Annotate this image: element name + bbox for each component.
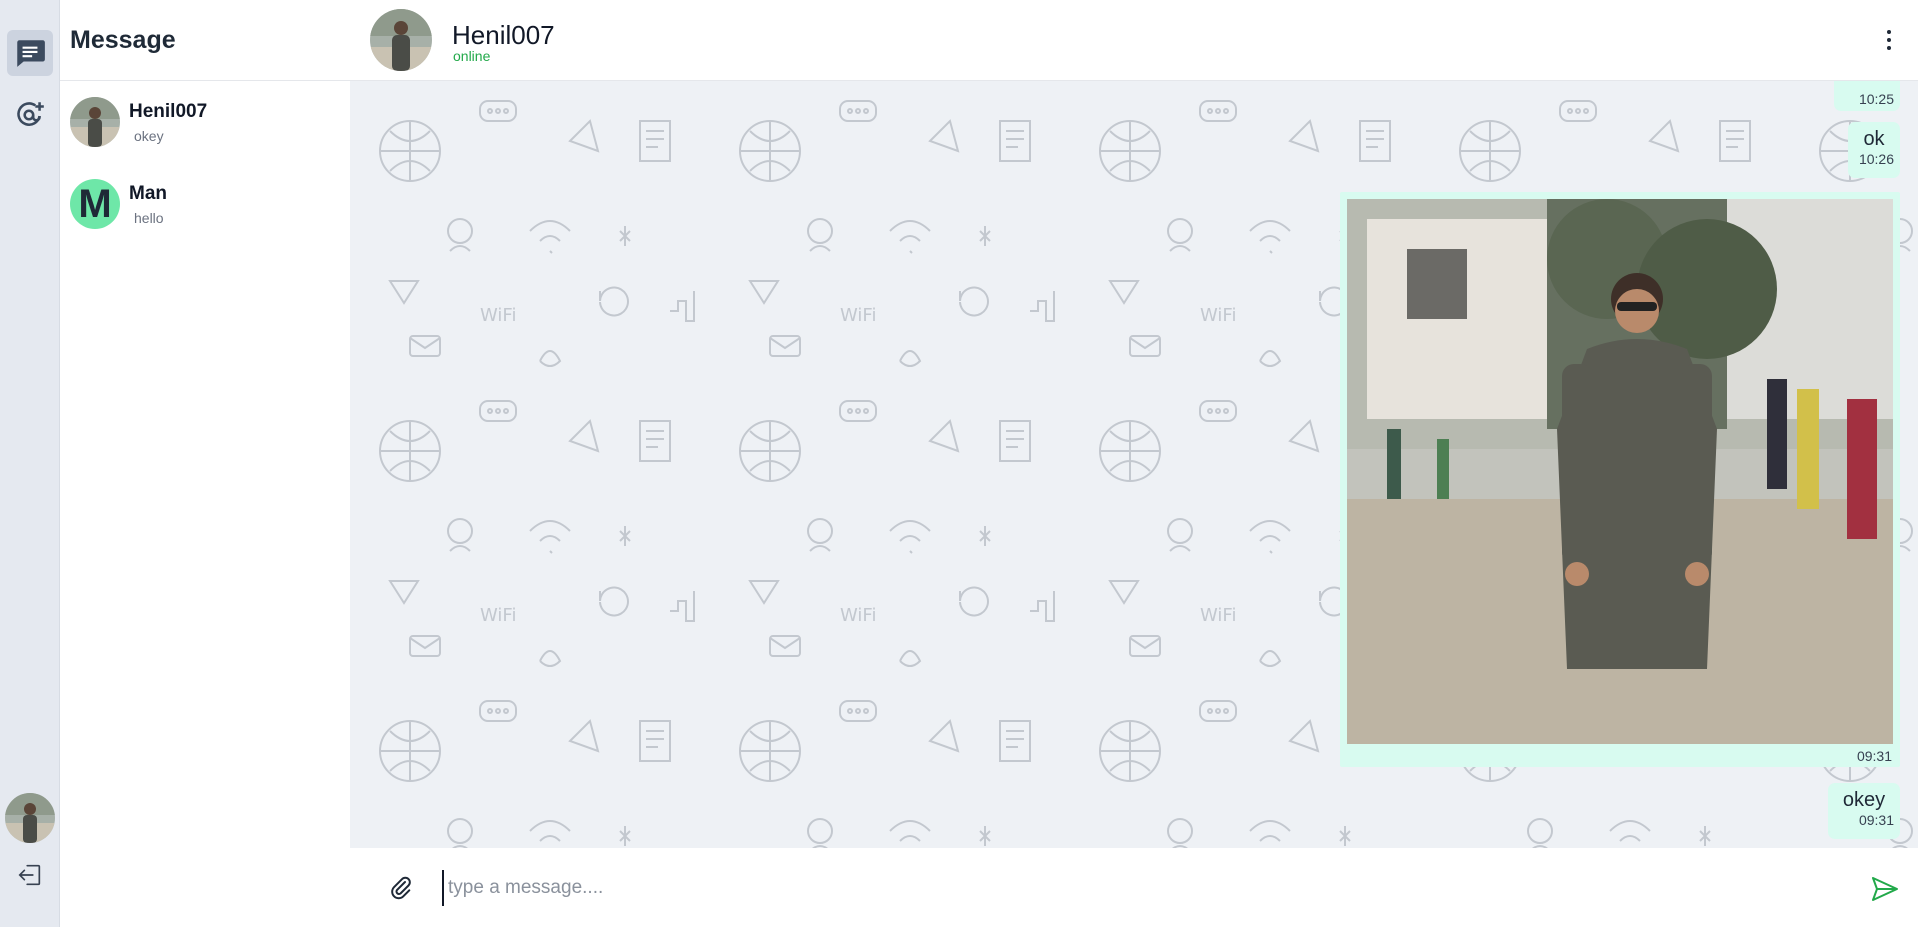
chat-panel: Henil007 online 10:25 ok 10:26 09:31 oke… bbox=[350, 0, 1918, 927]
chat-contact-name: Henil007 bbox=[452, 20, 555, 50]
chat-icon bbox=[17, 40, 45, 67]
chat-header: Henil007 online bbox=[350, 0, 1918, 81]
send-icon[interactable] bbox=[1870, 874, 1900, 904]
logout-icon bbox=[18, 864, 41, 886]
contacts-title: Message bbox=[70, 26, 176, 54]
contact-last-message: okey bbox=[134, 127, 164, 144]
message-bubble: okey 09:31 bbox=[1828, 783, 1900, 839]
contact-item-henil007[interactable]: Henil007 okey bbox=[60, 81, 350, 163]
more-options-button[interactable] bbox=[1884, 27, 1894, 53]
message-text: okey bbox=[1842, 789, 1886, 811]
message-time: 10:25 bbox=[1858, 91, 1894, 107]
avatar bbox=[70, 97, 120, 147]
attachment-icon[interactable] bbox=[388, 875, 414, 901]
message-list[interactable]: WiFi 10:25 ok 10:26 bbox=[350, 81, 1918, 848]
contact-name: Henil007 bbox=[129, 100, 208, 122]
contact-name: Man bbox=[129, 182, 167, 204]
chat-avatar[interactable] bbox=[370, 9, 432, 71]
logout-button[interactable] bbox=[10, 857, 50, 893]
avatar: M bbox=[70, 179, 120, 229]
message-time: 10:26 bbox=[1858, 151, 1894, 167]
contacts-panel: Message Henil007 okey M Man hello bbox=[60, 0, 350, 927]
current-user-avatar[interactable] bbox=[5, 793, 55, 843]
contacts-nav-button[interactable] bbox=[7, 92, 53, 138]
message-text: ok bbox=[1863, 128, 1885, 150]
nav-rail bbox=[0, 0, 60, 927]
message-image[interactable] bbox=[1347, 199, 1893, 744]
chat-status: online bbox=[453, 48, 491, 64]
message-bubble: ok 10:26 bbox=[1848, 122, 1900, 178]
message-input[interactable] bbox=[442, 870, 1762, 906]
contact-item-man[interactable]: M Man hello bbox=[60, 163, 350, 245]
messages-nav-button[interactable] bbox=[7, 30, 53, 76]
message-time: 09:31 bbox=[1858, 812, 1894, 828]
chat-app: Message Henil007 okey M Man hello Henil0… bbox=[0, 0, 1918, 927]
message-time: 09:31 bbox=[1856, 748, 1892, 764]
message-composer bbox=[350, 848, 1918, 927]
message-bubble: 10:25 bbox=[1834, 81, 1900, 111]
user-photo bbox=[5, 793, 55, 843]
more-icon bbox=[1887, 30, 1891, 34]
contacts-header: Message bbox=[60, 0, 350, 81]
contact-last-message: hello bbox=[134, 209, 164, 226]
image-message[interactable]: 09:31 bbox=[1340, 192, 1900, 767]
add-user-at-icon bbox=[17, 102, 44, 126]
